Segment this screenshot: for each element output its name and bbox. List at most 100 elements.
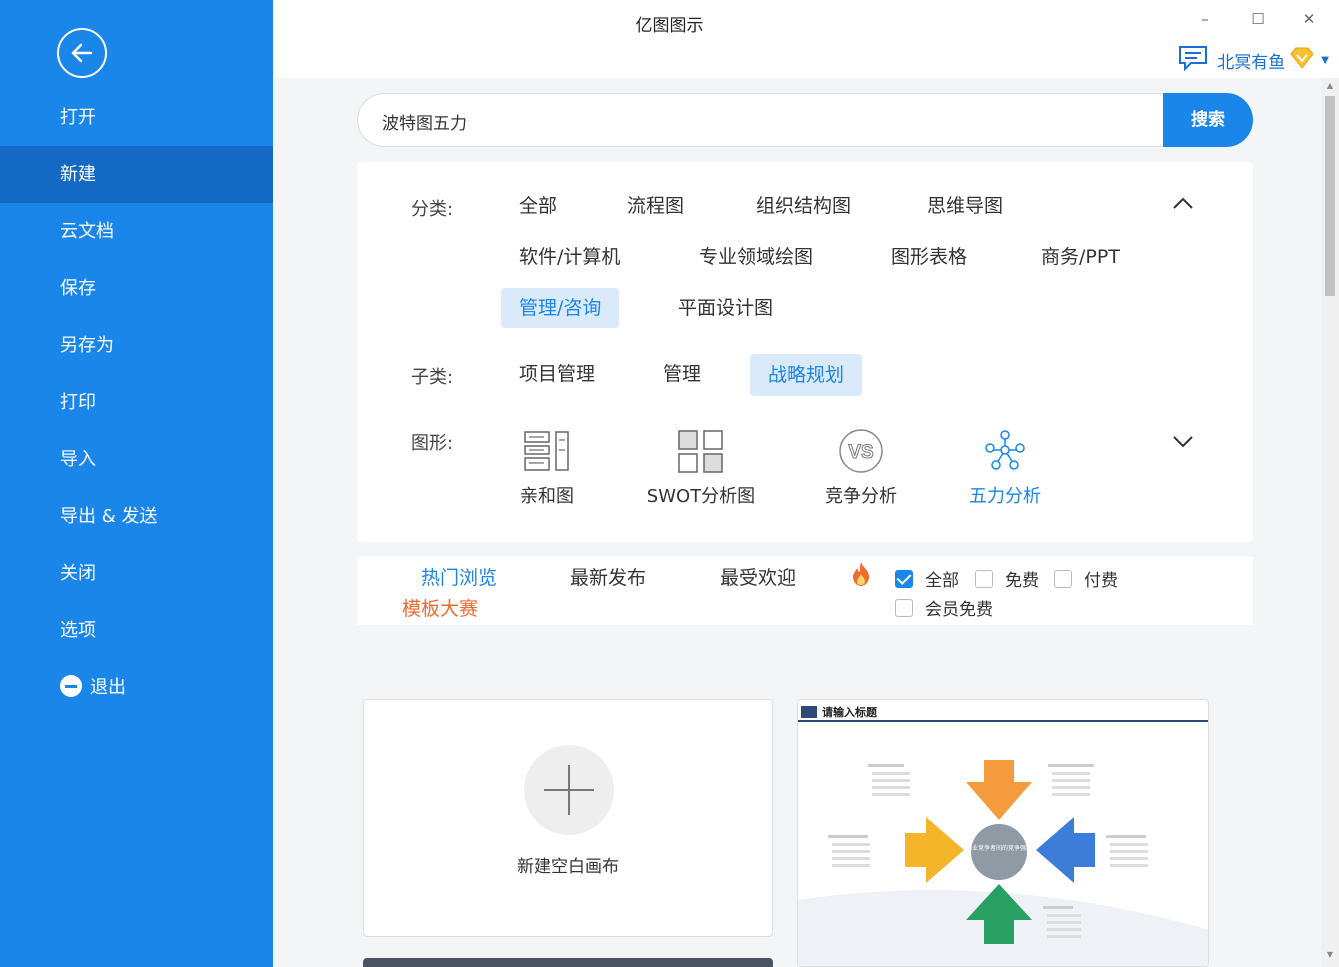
filter-free-checkbox[interactable]: 免费 bbox=[975, 566, 1039, 591]
checkbox-icon bbox=[895, 569, 913, 588]
template-title: 请输入标题 bbox=[822, 705, 878, 719]
back-arrow-icon[interactable] bbox=[57, 28, 107, 78]
search-box bbox=[357, 93, 1165, 148]
sidebar-item-import[interactable]: 导入 bbox=[0, 431, 273, 488]
filter-panel: 分类: 全部 流程图 组织结构图 思维导图 软件/计算机 专业领域绘图 图形表格… bbox=[357, 162, 1253, 542]
chevron-up-icon[interactable] bbox=[1171, 192, 1195, 216]
sidebar-item-label: 保存 bbox=[60, 278, 96, 299]
shape-competition[interactable]: VS 竞争分析 bbox=[812, 428, 910, 508]
sidebar-item-exit[interactable]: 退出 bbox=[0, 659, 273, 716]
filter-paid-checkbox[interactable]: 付费 bbox=[1054, 566, 1118, 591]
category-graphic-design[interactable]: 平面设计图 bbox=[660, 288, 791, 328]
sort-bar: 热门浏览 最新发布 最受欢迎 模板大赛 全部 免费 付费 会员免费 bbox=[357, 557, 1253, 625]
shape-label: 图形: bbox=[411, 433, 454, 454]
filter-all-checkbox[interactable]: 全部 bbox=[895, 566, 959, 591]
scroll-up-icon[interactable]: ▲ bbox=[1325, 81, 1335, 93]
message-icon[interactable] bbox=[1177, 44, 1209, 76]
subcategory-label: 子类: bbox=[411, 367, 454, 388]
checkbox-label: 免费 bbox=[1005, 571, 1039, 591]
affinity-icon bbox=[524, 431, 569, 471]
plus-icon bbox=[524, 745, 614, 835]
shape-swot[interactable]: SWOT分析图 bbox=[636, 428, 766, 508]
new-blank-canvas-card[interactable]: 新建空白画布 bbox=[363, 699, 773, 937]
sidebar-item-export[interactable]: 导出 & 发送 bbox=[0, 488, 273, 545]
category-flowchart[interactable]: 流程图 bbox=[609, 186, 702, 226]
sidebar-item-label: 导入 bbox=[60, 449, 96, 470]
sidebar-item-close[interactable]: 关闭 bbox=[0, 545, 273, 602]
subcategory-strategy[interactable]: 战略规划 bbox=[750, 354, 863, 396]
category-mind-map[interactable]: 思维导图 bbox=[909, 186, 1021, 226]
category-tables[interactable]: 图形表格 bbox=[873, 237, 985, 277]
category-professional[interactable]: 专业领域绘图 bbox=[681, 237, 831, 277]
sidebar: 打开 新建 云文档 保存 另存为 打印 导入 导出 & 发送 关闭 选项 退出 bbox=[0, 0, 273, 967]
sidebar-item-open[interactable]: 打开 bbox=[0, 89, 273, 146]
tab-latest[interactable]: 最新发布 bbox=[570, 563, 646, 590]
sidebar-item-save[interactable]: 保存 bbox=[0, 260, 273, 317]
subcategory-project[interactable]: 项目管理 bbox=[501, 354, 613, 394]
shape-affinity[interactable]: 亲和图 bbox=[507, 428, 587, 508]
shape-five-forces[interactable]: 五力分析 bbox=[956, 428, 1054, 508]
sidebar-item-label: 另存为 bbox=[60, 335, 114, 356]
sidebar-item-label: 打开 bbox=[60, 107, 96, 128]
checkbox-icon bbox=[895, 598, 913, 617]
template-card-partial[interactable] bbox=[363, 958, 773, 967]
minimize-button[interactable]: – bbox=[1190, 6, 1220, 32]
sidebar-item-label: 导出 & 发送 bbox=[60, 506, 158, 527]
exit-icon bbox=[60, 675, 82, 697]
sidebar-item-print[interactable]: 打印 bbox=[0, 374, 273, 431]
shape-label-text: 亲和图 bbox=[520, 486, 574, 507]
checkbox-icon bbox=[975, 569, 993, 588]
vip-diamond-icon bbox=[1289, 46, 1315, 74]
maximize-button[interactable]: ☐ bbox=[1243, 6, 1273, 32]
sidebar-nav: 打开 新建 云文档 保存 另存为 打印 导入 导出 & 发送 关闭 选项 退出 bbox=[0, 89, 273, 716]
category-label: 分类: bbox=[411, 199, 454, 220]
sidebar-item-label: 退出 bbox=[90, 677, 126, 698]
chevron-down-icon[interactable] bbox=[1171, 429, 1195, 453]
shape-label-text: SWOT分析图 bbox=[646, 486, 756, 507]
tab-popular[interactable]: 最受欢迎 bbox=[720, 563, 796, 590]
scrollbar-thumb[interactable] bbox=[1325, 96, 1335, 296]
scroll-down-icon[interactable]: ▼ bbox=[1325, 950, 1335, 962]
checkbox-icon bbox=[1054, 569, 1072, 588]
template-card-five-forces[interactable]: 请输入标题 同业竞争者间的竞争强度 bbox=[797, 699, 1209, 967]
search-button[interactable]: 搜索 bbox=[1163, 93, 1253, 147]
category-management[interactable]: 管理/咨询 bbox=[501, 288, 620, 328]
category-all[interactable]: 全部 bbox=[501, 186, 575, 226]
vertical-scrollbar[interactable]: ▲ ▼ bbox=[1321, 78, 1339, 967]
checkbox-label: 会员免费 bbox=[925, 600, 993, 620]
template-center-text: 同业竞争者间的竞争强度 bbox=[966, 844, 1032, 852]
sidebar-item-label: 选项 bbox=[60, 620, 96, 641]
user-name[interactable]: 北冥有鱼 bbox=[1217, 48, 1285, 73]
search-input[interactable] bbox=[380, 94, 1164, 148]
sidebar-item-save-as[interactable]: 另存为 bbox=[0, 317, 273, 374]
vs-icon: VS bbox=[839, 429, 883, 473]
shape-label-text: 五力分析 bbox=[969, 486, 1041, 507]
template-contest-link[interactable]: 模板大赛 bbox=[402, 594, 478, 621]
new-blank-canvas-label: 新建空白画布 bbox=[517, 857, 619, 877]
sidebar-item-label: 新建 bbox=[60, 164, 96, 185]
sidebar-item-options[interactable]: 选项 bbox=[0, 602, 273, 659]
swot-icon bbox=[678, 430, 723, 473]
sidebar-item-cloud[interactable]: 云文档 bbox=[0, 203, 273, 260]
shape-label-text: 竞争分析 bbox=[825, 486, 897, 507]
five-forces-icon bbox=[985, 430, 1025, 470]
close-button[interactable]: ✕ bbox=[1294, 6, 1324, 32]
title-bar: 亿图图示 – ☐ ✕ 北冥有鱼 ▼ bbox=[273, 0, 1339, 78]
filter-member-free-checkbox[interactable]: 会员免费 bbox=[895, 595, 993, 620]
checkbox-label: 付费 bbox=[1084, 571, 1118, 591]
subcategory-management[interactable]: 管理 bbox=[645, 354, 719, 394]
sidebar-item-new[interactable]: 新建 bbox=[0, 146, 273, 203]
sidebar-item-label: 关闭 bbox=[60, 563, 96, 584]
chevron-down-icon[interactable]: ▼ bbox=[1321, 55, 1329, 66]
template-thumbnail: 请输入标题 同业竞争者间的竞争强度 bbox=[798, 700, 1208, 966]
checkbox-label: 全部 bbox=[925, 571, 959, 591]
sidebar-item-label: 云文档 bbox=[60, 221, 114, 242]
category-software[interactable]: 软件/计算机 bbox=[501, 237, 638, 277]
tab-hot[interactable]: 热门浏览 bbox=[421, 563, 497, 590]
main-content: 搜索 分类: 全部 流程图 组织结构图 思维导图 软件/计算机 专业领域绘图 图… bbox=[273, 78, 1321, 967]
user-menu[interactable]: 北冥有鱼 ▼ bbox=[1177, 46, 1329, 74]
fire-icon bbox=[849, 561, 873, 591]
category-business-ppt[interactable]: 商务/PPT bbox=[1023, 237, 1138, 277]
window-title: 亿图图示 bbox=[635, 16, 704, 36]
category-org-chart[interactable]: 组织结构图 bbox=[738, 186, 869, 226]
